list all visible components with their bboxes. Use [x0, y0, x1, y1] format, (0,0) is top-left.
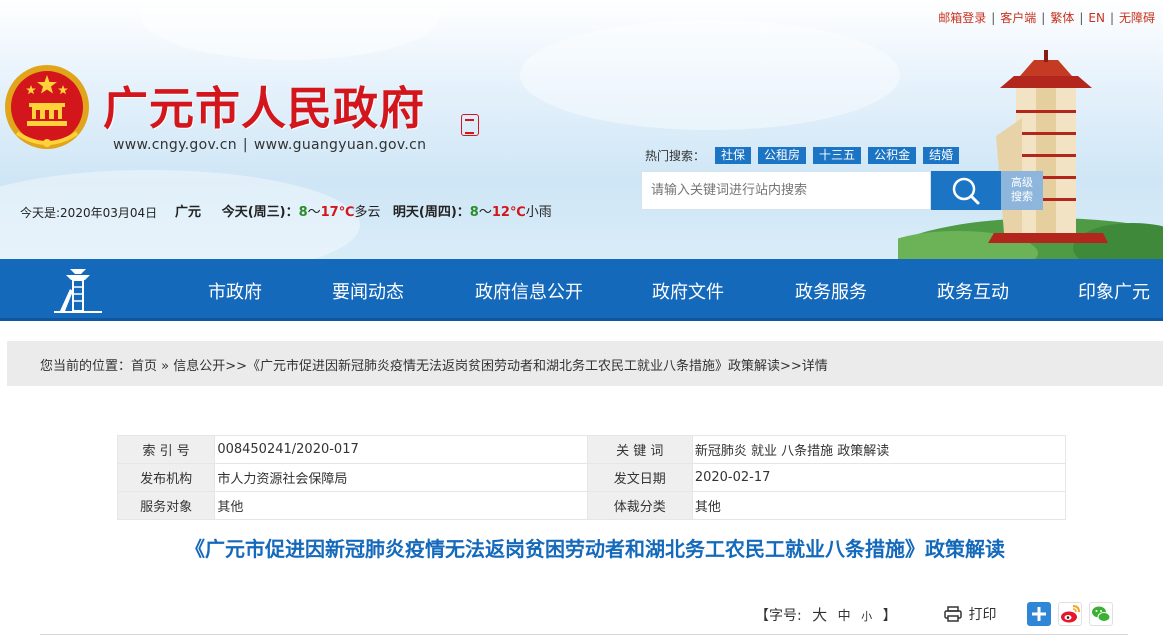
genre-value: 其他 — [691, 491, 1067, 520]
current-date: 今天是:2020年03月04日 — [20, 204, 157, 221]
weather-today-tilde: ～ — [307, 205, 321, 220]
genre-label: 体裁分类 — [586, 491, 693, 520]
client-link[interactable]: 客户端 — [1000, 11, 1036, 25]
search-icon — [952, 177, 980, 205]
issue-date-value: 2020-02-17 — [691, 463, 1067, 492]
table-row: 服务对象 其他 体裁分类 其他 — [116, 491, 1067, 520]
table-row: 发布机构 市人力资源社会保障局 发文日期 2020-02-17 — [116, 463, 1067, 492]
article-title: 《广元市促进因新冠肺炎疫情无法返岗贫困劳动者和湖北务工农民工就业八条措施》政策解… — [185, 537, 1005, 561]
audience-label: 服务对象 — [116, 491, 216, 520]
weibo-icon — [1060, 605, 1080, 623]
font-size-label: 【字号: — [755, 607, 802, 624]
weather-tomorrow-low: 8 — [469, 205, 479, 220]
wechat-share-icon[interactable] — [1088, 602, 1113, 626]
seal-icon — [461, 114, 479, 136]
main-nav: 市政府 要闻动态 政府信息公开 政府文件 政务服务 政务互动 印象广元 — [0, 259, 1163, 321]
date-label: 今天是: — [20, 206, 61, 220]
nav-impression-guangyuan[interactable]: 印象广元 — [1078, 278, 1150, 304]
advanced-search-button[interactable]: 高级 搜索 — [1001, 171, 1043, 210]
weather-tomorrow-tilde: ～ — [478, 205, 492, 220]
search-button[interactable] — [931, 171, 1001, 210]
wechat-icon — [1091, 606, 1111, 622]
content-divider — [40, 634, 1128, 635]
hot-tag-housing-fund[interactable]: 公积金 — [868, 147, 917, 164]
weather-today-high: 17 — [320, 205, 339, 220]
english-link[interactable]: EN — [1088, 11, 1105, 25]
accessibility-link[interactable]: 无障碍 — [1119, 11, 1155, 25]
keywords-label: 关 键 词 — [586, 435, 693, 464]
share-more-icon[interactable] — [1026, 602, 1051, 626]
site-urls: www.cngy.gov.cn | www.guangyuan.gov.cn — [113, 137, 427, 153]
hot-tag-marriage[interactable]: 结婚 — [923, 147, 960, 164]
weather-today-label: 今天(周三)： — [221, 205, 299, 220]
top-links: 邮箱登录 | 客户端 | 繁体 | EN | 无障碍 — [938, 11, 1155, 25]
weather-tomorrow-label: 明天(周四)： — [392, 205, 470, 220]
advanced-search-label-1: 高级 — [1011, 176, 1033, 189]
traditional-link[interactable]: 繁体 — [1050, 11, 1074, 25]
breadcrumb[interactable]: 您当前的位置：首页 » 信息公开>>《广元市促进因新冠肺炎疫情无法返岗贫困劳动者… — [7, 341, 1163, 386]
index-number-value: 008450241/2020-017 — [214, 435, 588, 464]
hot-tag-social-security[interactable]: 社保 — [715, 147, 752, 164]
site-title[interactable]: 广元市人民政府 — [103, 72, 425, 137]
weather-info: 广元 今天(周三)：8～17℃多云 明天(周四)：8～12℃小雨 — [175, 201, 552, 220]
weather-tomorrow-desc: 小雨 — [525, 205, 552, 220]
weather-today-unit: ℃ — [338, 205, 355, 220]
site-header: 邮箱登录 | 客户端 | 繁体 | EN | 无障碍 广元市人民政府 www.cngy.gov.… — [0, 0, 1163, 259]
issuer-label: 发布机构 — [116, 463, 216, 492]
table-row: 索 引 号 008450241/2020-017 关 键 词 新冠肺炎 就业 八… — [116, 435, 1067, 464]
site-url-secondary: www.guangyuan.gov.cn — [253, 137, 427, 153]
national-emblem-icon[interactable] — [3, 63, 91, 155]
nav-gov-documents[interactable]: 政府文件 — [652, 278, 724, 304]
weibo-share-icon[interactable] — [1057, 602, 1082, 626]
hot-search-label: 热门搜索： — [645, 149, 706, 163]
keywords-value: 新冠肺炎 就业 八条措施 政策解读 — [691, 435, 1067, 464]
weather-tomorrow-unit: ℃ — [509, 205, 526, 220]
weather-city: 广元 — [175, 205, 202, 220]
issuer-value: 市人力资源社会保障局 — [214, 463, 588, 492]
nav-city-government[interactable]: 市政府 — [208, 278, 262, 304]
article-tools: 【字号: 大 中 小 】 打印 — [752, 599, 1113, 629]
header-cloud — [520, 20, 900, 130]
font-size-medium-button[interactable]: 中 — [838, 609, 851, 624]
issue-date-label: 发文日期 — [586, 463, 693, 492]
font-size-large-button[interactable]: 大 — [812, 606, 827, 624]
document-info-table: 索 引 号 008450241/2020-017 关 键 词 新冠肺炎 就业 八… — [116, 435, 1067, 520]
print-button[interactable]: 打印 — [943, 604, 997, 624]
tower-logo-icon[interactable] — [48, 265, 108, 315]
weather-tomorrow-high: 12 — [491, 205, 510, 220]
index-number-label: 索 引 号 — [116, 435, 216, 464]
nav-news[interactable]: 要闻动态 — [332, 278, 404, 304]
nav-gov-interaction[interactable]: 政务互动 — [937, 278, 1009, 304]
hot-tag-public-housing[interactable]: 公租房 — [758, 147, 807, 164]
hot-search: 热门搜索： 社保 公租房 十三五 公积金 结婚 — [645, 147, 966, 164]
weather-today-desc: 多云 — [354, 205, 381, 220]
font-size-small-button[interactable]: 小 — [861, 610, 872, 623]
site-url-primary: www.cngy.gov.cn — [113, 137, 237, 153]
font-size-close: 】 — [882, 607, 897, 624]
print-label: 打印 — [968, 607, 997, 623]
hot-tag-13th-five-year[interactable]: 十三五 — [813, 147, 862, 164]
plus-icon — [1031, 607, 1046, 621]
printer-icon — [943, 606, 962, 622]
advanced-search-label-2: 搜索 — [1011, 190, 1033, 203]
search-input[interactable] — [641, 171, 931, 210]
audience-value: 其他 — [214, 491, 588, 520]
weather-today-low: 8 — [298, 205, 308, 220]
header-cloud — [140, 0, 440, 60]
nav-gov-info-disclosure[interactable]: 政府信息公开 — [475, 278, 583, 304]
date-value: 2020年03月04日 — [60, 206, 158, 220]
mail-login-link[interactable]: 邮箱登录 — [938, 11, 986, 25]
font-size-control: 【字号: 大 中 小 】 — [752, 604, 900, 625]
nav-gov-services[interactable]: 政务服务 — [795, 278, 867, 304]
